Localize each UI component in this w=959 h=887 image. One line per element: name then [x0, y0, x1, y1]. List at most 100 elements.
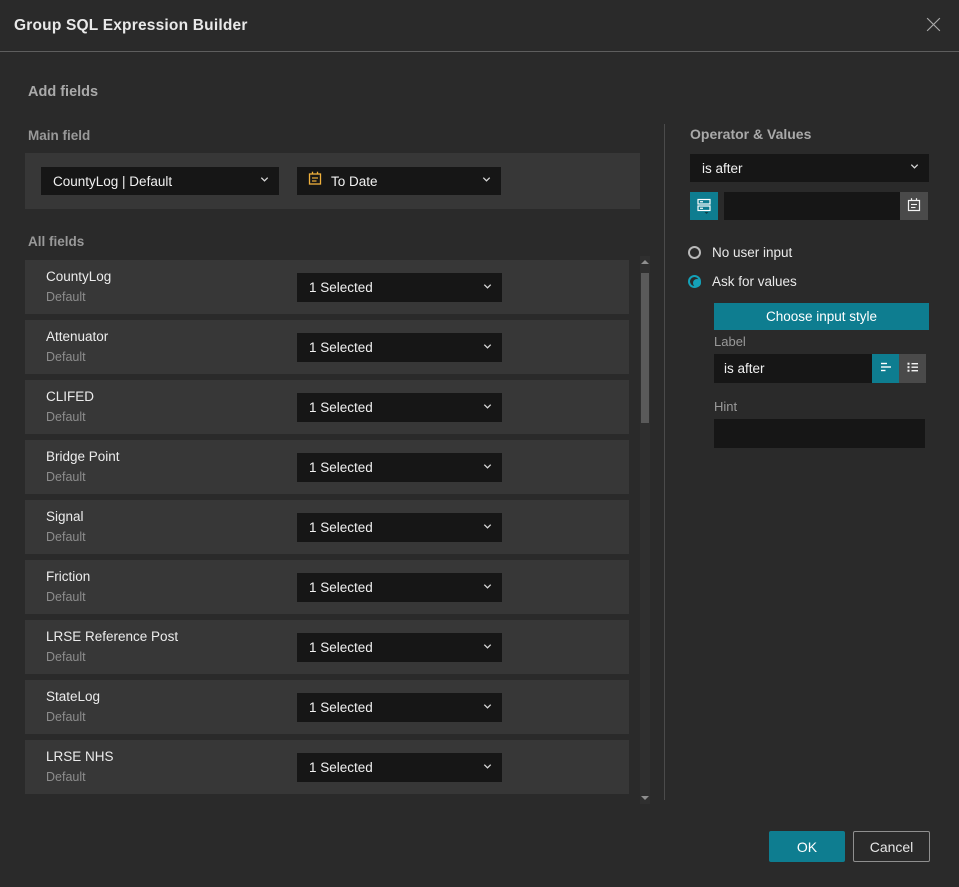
field-row: CLIFED Default 1 Selected	[25, 380, 629, 434]
field-name: CLIFED	[46, 389, 95, 404]
field-name: Signal	[46, 509, 84, 524]
cancel-button[interactable]: Cancel	[853, 831, 930, 862]
scrollbar-up-arrow-icon[interactable]	[640, 257, 650, 267]
selected-count-label: 1 Selected	[309, 760, 373, 775]
field-row: Signal Default 1 Selected	[25, 500, 629, 554]
operator-dropdown[interactable]: is after	[690, 154, 929, 182]
field-subtitle: Default	[46, 710, 86, 724]
main-field-heading: Main field	[28, 128, 91, 143]
radio-circle-icon	[688, 245, 701, 259]
chevron-down-icon	[481, 172, 492, 190]
field-name: Attenuator	[46, 329, 109, 344]
field-name: Friction	[46, 569, 91, 584]
field-row: Friction Default 1 Selected	[25, 560, 629, 614]
field-selected-dropdown[interactable]: 1 Selected	[297, 513, 502, 542]
selected-count-label: 1 Selected	[309, 340, 373, 355]
field-row: LRSE NHS Default 1 Selected	[25, 740, 629, 794]
field-subtitle: Default	[46, 470, 86, 484]
main-date-dropdown-label: To Date	[331, 173, 378, 189]
field-name: StateLog	[46, 689, 101, 704]
operator-values-heading: Operator & Values	[690, 126, 812, 142]
field-subtitle: Default	[46, 530, 86, 544]
calendar-icon	[906, 197, 922, 216]
field-selected-dropdown[interactable]: 1 Selected	[297, 753, 502, 782]
chevron-down-icon	[482, 459, 493, 477]
field-selected-dropdown[interactable]: 1 Selected	[297, 573, 502, 602]
calendar-icon	[307, 171, 323, 192]
selected-count-label: 1 Selected	[309, 520, 373, 535]
field-name: CountyLog	[46, 269, 112, 284]
hint-caption: Hint	[714, 399, 738, 414]
scrollbar-down-arrow-icon[interactable]	[640, 793, 650, 803]
close-icon	[925, 16, 942, 36]
hint-input[interactable]	[714, 419, 925, 448]
field-name: LRSE Reference Post	[46, 629, 179, 644]
chevron-down-icon	[482, 639, 493, 657]
bullet-list-icon	[905, 359, 921, 378]
main-field-dropdown-label: CountyLog | Default	[53, 173, 173, 189]
field-row: StateLog Default 1 Selected	[25, 680, 629, 734]
all-fields-heading: All fields	[28, 234, 85, 249]
field-row: Attenuator Default 1 Selected	[25, 320, 629, 374]
main-field-dropdown[interactable]: CountyLog | Default	[41, 167, 279, 195]
operator-dropdown-label: is after	[702, 160, 743, 176]
text-lines-icon	[878, 359, 894, 378]
radio-label: No user input	[712, 244, 793, 260]
dialog-header: Group SQL Expression Builder	[0, 0, 959, 52]
field-selected-dropdown[interactable]: 1 Selected	[297, 633, 502, 662]
field-subtitle: Default	[46, 590, 86, 604]
radio-ask-for-values[interactable]: Ask for values	[688, 272, 797, 290]
field-subtitle: Default	[46, 290, 86, 304]
main-field-panel: CountyLog | Default To Date	[25, 153, 640, 209]
chevron-down-icon	[482, 699, 493, 717]
field-name: LRSE NHS	[46, 749, 114, 764]
selected-count-label: 1 Selected	[309, 580, 373, 595]
selected-count-label: 1 Selected	[309, 400, 373, 415]
scrollbar-thumb[interactable]	[641, 273, 649, 423]
ok-button[interactable]: OK	[769, 831, 845, 862]
choose-input-style-button[interactable]: Choose input style	[714, 303, 929, 330]
radio-circle-icon	[688, 274, 701, 288]
selected-count-label: 1 Selected	[309, 460, 373, 475]
chevron-down-icon	[909, 159, 920, 177]
radio-label: Ask for values	[712, 273, 797, 289]
chevron-down-icon	[482, 579, 493, 597]
selected-count-label: 1 Selected	[309, 280, 373, 295]
chevron-down-icon	[482, 519, 493, 537]
field-row: Bridge Point Default 1 Selected	[25, 440, 629, 494]
group-sql-expression-builder-dialog: Group SQL Expression Builder Add fields …	[0, 0, 959, 887]
selected-count-label: 1 Selected	[309, 640, 373, 655]
field-name: Bridge Point	[46, 449, 120, 464]
radio-no-user-input[interactable]: No user input	[688, 243, 792, 261]
label-input[interactable]	[714, 354, 872, 383]
value-type-button[interactable]	[690, 192, 718, 220]
field-selected-dropdown[interactable]: 1 Selected	[297, 693, 502, 722]
field-row: CountyLog Default 1 Selected	[25, 260, 629, 314]
field-subtitle: Default	[46, 650, 86, 664]
field-selected-dropdown[interactable]: 1 Selected	[297, 453, 502, 482]
field-subtitle: Default	[46, 770, 86, 784]
value-input[interactable]	[724, 192, 900, 220]
field-selected-dropdown[interactable]: 1 Selected	[297, 273, 502, 302]
close-button[interactable]	[921, 14, 945, 38]
chevron-down-icon	[482, 279, 493, 297]
panel-divider	[664, 124, 665, 800]
chevron-down-icon	[482, 399, 493, 417]
field-subtitle: Default	[46, 350, 86, 364]
dialog-title: Group SQL Expression Builder	[14, 16, 248, 34]
all-fields-list: CountyLog Default 1 Selected Attenuator …	[25, 260, 629, 800]
field-selected-dropdown[interactable]: 1 Selected	[297, 393, 502, 422]
list-input-style-button[interactable]	[899, 354, 926, 383]
field-subtitle: Default	[46, 410, 86, 424]
field-selected-dropdown[interactable]: 1 Selected	[297, 333, 502, 362]
main-date-dropdown[interactable]: To Date	[297, 167, 501, 195]
fields-list-scrollbar[interactable]	[640, 256, 650, 804]
chevron-down-icon	[482, 339, 493, 357]
stacked-values-icon	[695, 196, 713, 217]
field-row: LRSE Reference Post Default 1 Selected	[25, 620, 629, 674]
date-picker-button[interactable]	[900, 192, 928, 220]
single-line-input-style-button[interactable]	[872, 354, 899, 383]
selected-count-label: 1 Selected	[309, 700, 373, 715]
chevron-down-icon	[259, 172, 270, 190]
add-fields-heading: Add fields	[28, 84, 99, 100]
